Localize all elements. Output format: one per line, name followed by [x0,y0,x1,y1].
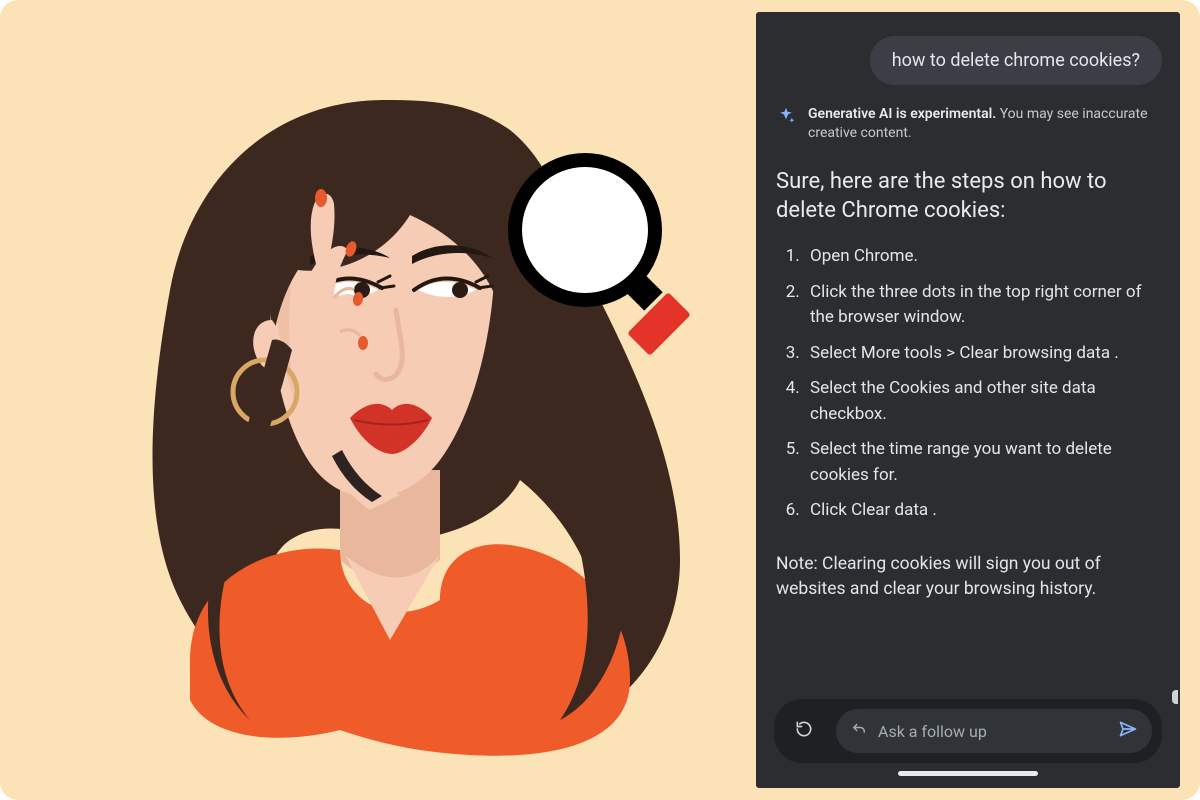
send-button[interactable] [1118,719,1138,743]
reply-arrow-icon [850,720,868,742]
user-query-text: how to delete chrome cookies? [892,50,1140,71]
send-icon [1118,719,1138,743]
followup-input[interactable]: Ask a follow up [836,709,1152,753]
ai-search-panel: how to delete chrome cookies? Generative… [756,12,1180,788]
list-item: Select the Cookies and other site data c… [804,376,1162,427]
magnifying-glass-icon [485,140,715,370]
list-item: Select the time range you want to delete… [804,437,1162,488]
reload-icon [794,719,814,743]
canvas: how to delete chrome cookies? Generative… [0,0,1200,800]
scroll-handle[interactable] [1172,690,1178,704]
list-item: Open Chrome. [804,244,1162,270]
list-item: Select More tools > Clear browsing data … [804,341,1162,367]
user-query-bubble: how to delete chrome cookies? [870,36,1162,85]
home-indicator[interactable] [898,771,1038,776]
regenerate-button[interactable] [784,711,824,751]
answer-note: Note: Clearing cookies will sign you out… [776,552,1160,603]
followup-bar: Ask a follow up [774,699,1162,763]
followup-placeholder: Ask a follow up [878,722,987,741]
answer-title: Sure, here are the steps on how to delet… [776,167,1160,226]
list-item: Click the three dots in the top right co… [804,280,1162,331]
answer-steps-list: Open Chrome. Click the three dots in the… [774,244,1162,534]
sparkle-icon [776,106,796,126]
ai-disclaimer: Generative AI is experimental. You may s… [774,103,1162,151]
list-item: Click Clear data . [804,498,1162,524]
ai-disclaimer-text: Generative AI is experimental. You may s… [808,105,1160,143]
